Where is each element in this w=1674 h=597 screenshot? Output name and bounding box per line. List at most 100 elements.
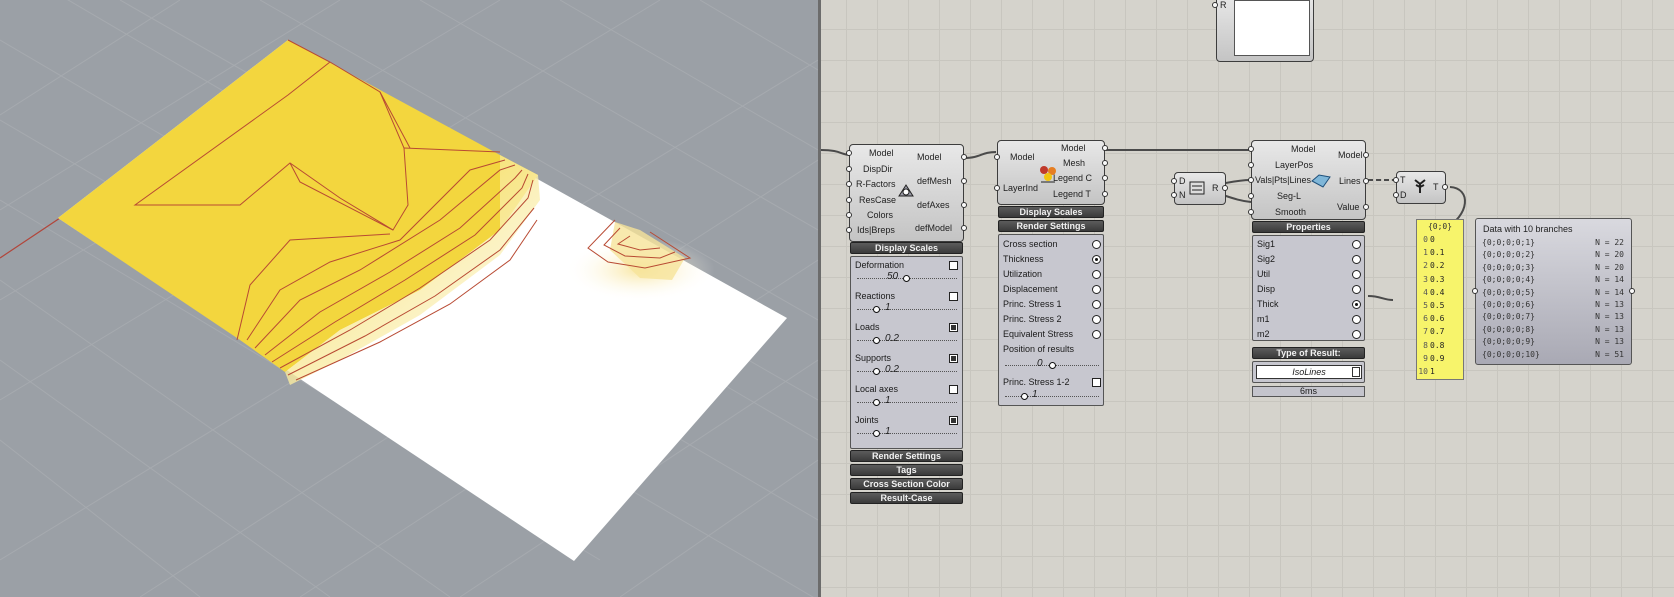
isolines-port-out-1[interactable]: [1363, 152, 1369, 158]
display-port-in-4[interactable]: [846, 197, 852, 203]
render-settings-bar[interactable]: Render Settings: [850, 450, 963, 462]
series-port-in-2[interactable]: [1171, 192, 1177, 198]
radio-sig1[interactable]: [1352, 240, 1361, 249]
radio-thickness[interactable]: [1092, 255, 1101, 264]
display-port-in-3[interactable]: [846, 181, 852, 187]
supports-knob[interactable]: [873, 368, 880, 375]
display-port-in-1[interactable]: [846, 150, 852, 156]
reactions-checkbox[interactable]: [949, 292, 958, 301]
display-port-out-2[interactable]: [961, 178, 967, 184]
values-panel-row: 7 0.7: [1417, 327, 1463, 339]
values-panel-value: 0: [1430, 235, 1435, 244]
results-input-model: Model: [1010, 152, 1035, 162]
dropdown-toggle[interactable]: [1352, 367, 1360, 377]
position-knob[interactable]: [1049, 362, 1056, 369]
series-port-in-1[interactable]: [1171, 178, 1177, 184]
reactions-knob[interactable]: [873, 306, 880, 313]
radio-princ-stress-2[interactable]: [1092, 315, 1101, 324]
timing-value: 6ms: [1299, 386, 1317, 396]
isolines-port-in-3[interactable]: [1248, 177, 1254, 183]
type-of-result-bar[interactable]: Type of Result:: [1252, 347, 1365, 359]
display-input-model: Model: [869, 148, 894, 158]
isolines-port-in-5[interactable]: [1248, 209, 1254, 215]
reactions-label: Reactions: [855, 291, 896, 301]
loads-checkbox[interactable]: [949, 323, 958, 332]
deformation-checkbox[interactable]: [949, 261, 958, 270]
display-output-model: Model: [917, 152, 942, 162]
radio-m1[interactable]: [1352, 315, 1361, 324]
values-panel-row: 10 1: [1417, 367, 1463, 379]
supports-slider[interactable]: [857, 371, 957, 372]
results-port-in-2[interactable]: [994, 185, 1000, 191]
joints-checkbox[interactable]: [949, 416, 958, 425]
princ-stress-slider[interactable]: [1005, 396, 1099, 397]
isolines-input-smooth: Smooth: [1275, 207, 1307, 217]
reactions-slider[interactable]: [857, 309, 957, 310]
series-input-n: N: [1179, 190, 1186, 200]
deformation-knob[interactable]: [903, 275, 910, 282]
display-input-idsbreps: Ids|Breps: [857, 225, 895, 235]
supports-checkbox[interactable]: [949, 354, 958, 363]
viewer-port-out[interactable]: [1629, 288, 1635, 294]
display-port-out-1[interactable]: [961, 154, 967, 160]
results-port-in-1[interactable]: [994, 154, 1000, 160]
cross-section-color-bar[interactable]: Cross Section Color: [850, 478, 963, 490]
radio-disp[interactable]: [1352, 285, 1361, 294]
joints-slider[interactable]: [857, 433, 957, 434]
radio-sig2[interactable]: [1352, 255, 1361, 264]
results-port-out-4[interactable]: [1102, 191, 1108, 197]
isolines-port-in-4[interactable]: [1248, 193, 1254, 199]
tags-bar[interactable]: Tags: [850, 464, 963, 476]
princ-stress-knob[interactable]: [1021, 393, 1028, 400]
display-port-out-4[interactable]: [961, 225, 967, 231]
grasshopper-canvas[interactable]: R Model DispDir R-Factors ResCase Colors…: [821, 0, 1674, 597]
values-panel[interactable]: {0;0} 0 0 1 0.1 2 0.2 3 0.3 4 0.4 5 0.5 6 0.6 7 0.7 8 0.8…: [1416, 219, 1464, 380]
viewer-port-in[interactable]: [1472, 288, 1478, 294]
isolines-output-value: Value: [1337, 202, 1360, 212]
results-port-out-1[interactable]: [1102, 145, 1108, 151]
loads-knob[interactable]: [873, 337, 880, 344]
isolines-port-out-2[interactable]: [1363, 178, 1369, 184]
joints-knob[interactable]: [873, 430, 880, 437]
radio-cross-section[interactable]: [1092, 240, 1101, 249]
princ-stress-12-checkbox[interactable]: [1092, 378, 1101, 387]
isolines-port-in-1[interactable]: [1248, 146, 1254, 152]
display-port-in-5[interactable]: [846, 212, 852, 218]
position-value: 0: [1037, 358, 1043, 369]
display-scales-bar[interactable]: Display Scales: [850, 242, 963, 254]
radio-utilization[interactable]: [1092, 270, 1101, 279]
series-port-out[interactable]: [1222, 185, 1228, 191]
results-render-settings-bar[interactable]: Render Settings: [998, 220, 1104, 232]
local-axes-slider[interactable]: [857, 402, 957, 403]
loads-value: 0.2: [885, 333, 899, 344]
param-viewer[interactable]: Data with 10 branches {0;0;0;0;1} N = 22{…: [1472, 218, 1635, 365]
radio-displacement[interactable]: [1092, 285, 1101, 294]
display-port-in-6[interactable]: [846, 227, 852, 233]
tree-port-out[interactable]: [1442, 184, 1448, 190]
radio-m2[interactable]: [1352, 330, 1361, 339]
result-case-bar[interactable]: Result-Case: [850, 492, 963, 504]
local-axes-checkbox[interactable]: [949, 385, 958, 394]
radio-thick[interactable]: [1352, 300, 1361, 309]
isolines-port-out-3[interactable]: [1363, 204, 1369, 210]
properties-bar[interactable]: Properties: [1252, 221, 1365, 233]
display-port-out-3[interactable]: [961, 202, 967, 208]
result-type-dropdown[interactable]: IsoLines: [1256, 365, 1362, 379]
radio-util[interactable]: [1352, 270, 1361, 279]
local-axes-value: 1: [885, 395, 891, 406]
wire-display-to-results: [963, 151, 997, 159]
results-port-out-2[interactable]: [1102, 160, 1108, 166]
option-disp: Disp: [1257, 284, 1276, 294]
tree-port-in-2[interactable]: [1393, 192, 1399, 198]
results-port-out-3[interactable]: [1102, 175, 1108, 181]
loads-slider[interactable]: [857, 340, 957, 341]
local-axes-knob[interactable]: [873, 399, 880, 406]
radio-equivalent-stress[interactable]: [1092, 330, 1101, 339]
display-port-in-2[interactable]: [846, 166, 852, 172]
radio-princ-stress-1[interactable]: [1092, 300, 1101, 309]
rhino-viewport[interactable]: [0, 0, 818, 597]
results-display-scales-bar[interactable]: Display Scales: [998, 206, 1104, 218]
isolines-port-in-2[interactable]: [1248, 162, 1254, 168]
top-param-output-port[interactable]: [1212, 2, 1218, 8]
tree-port-in-1[interactable]: [1393, 177, 1399, 183]
